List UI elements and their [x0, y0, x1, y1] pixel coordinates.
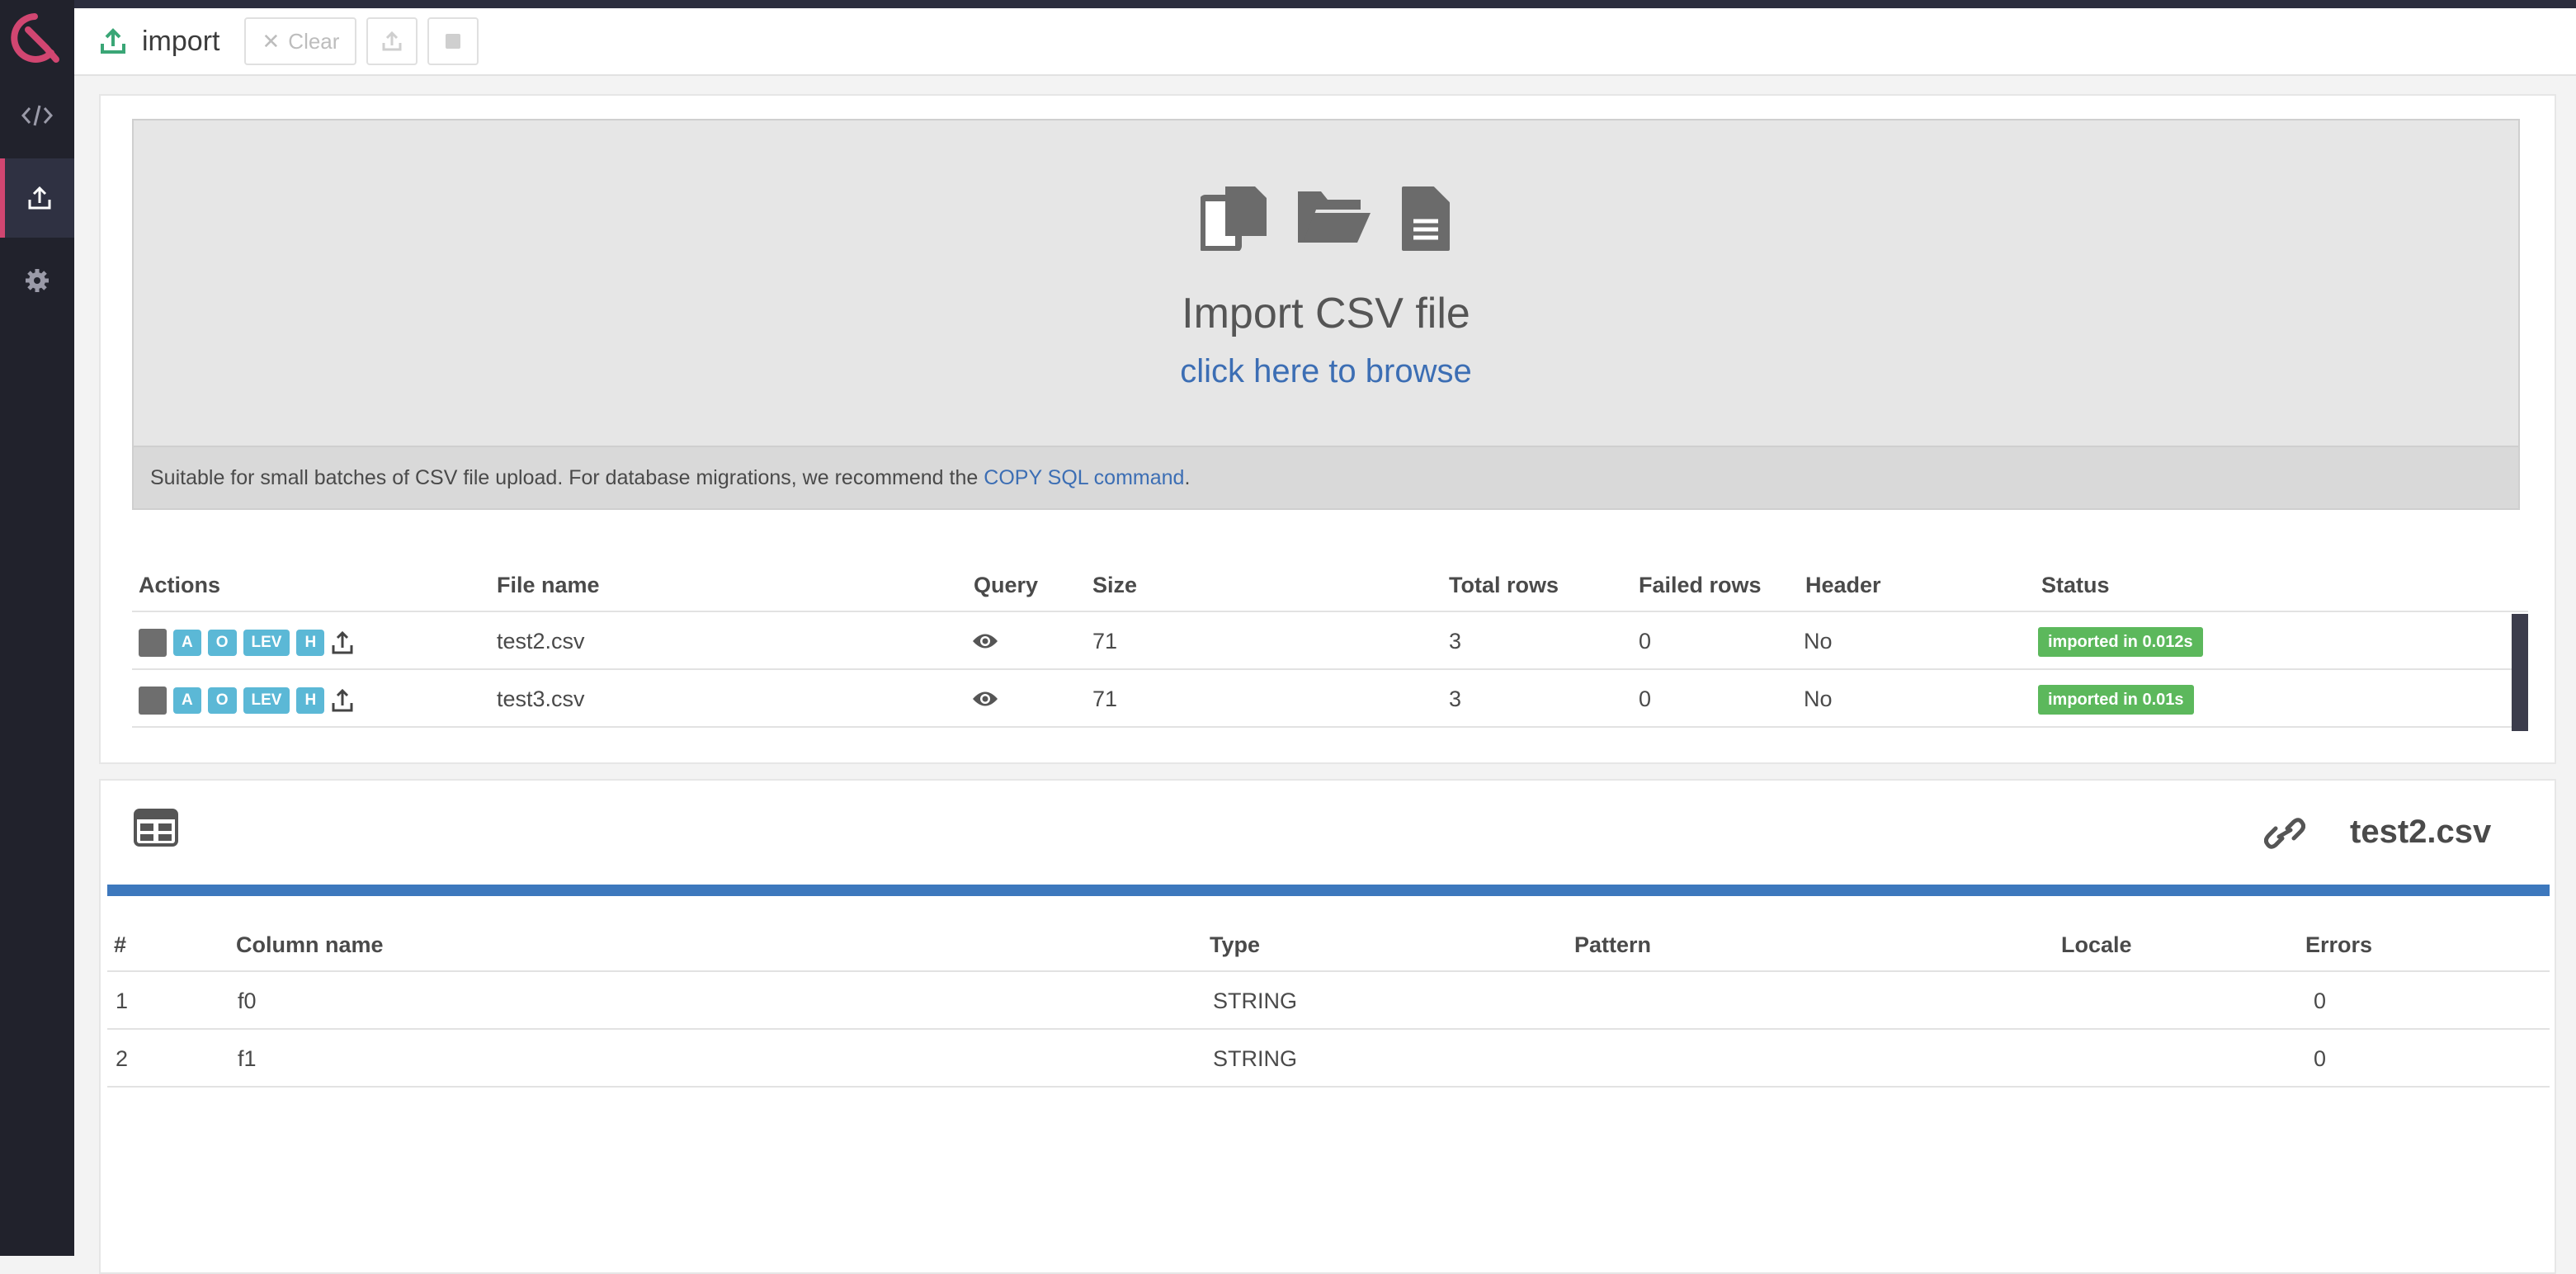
col-errors: Errors	[2305, 932, 2373, 957]
stop-icon	[446, 34, 461, 49]
schema-table-header: # Column name Type Pattern Locale Errors	[107, 918, 2550, 972]
overwrite-button[interactable]: O	[207, 630, 237, 656]
dropzone-title: Import CSV file	[1182, 290, 1470, 337]
column-type[interactable]: STRING	[1213, 1046, 1297, 1072]
copy-sql-link[interactable]: COPY SQL command	[984, 466, 1184, 490]
table-row: A O LEV H test2.csv 71 3 0 No imported i…	[132, 612, 2528, 670]
import-panel: Import CSV file click here to browse Sui…	[99, 94, 2556, 764]
eye-icon[interactable]	[972, 690, 998, 708]
app-logo[interactable]	[8, 12, 61, 64]
total-rows: 3	[1449, 629, 1462, 654]
note-end: .	[1184, 465, 1191, 489]
header-button[interactable]: H	[296, 630, 325, 656]
eye-icon[interactable]	[972, 632, 998, 650]
file-name: test2.csv	[497, 629, 585, 654]
header-value: No	[1804, 629, 1833, 654]
upload-icon	[101, 28, 125, 54]
sidebar	[0, 0, 74, 1256]
select-checkbox[interactable]	[139, 629, 167, 657]
column-name: f1	[238, 1046, 257, 1071]
sidebar-item-settings[interactable]	[0, 241, 74, 320]
page-title: import	[142, 25, 220, 57]
row-index: 2	[116, 1046, 129, 1071]
row-index: 1	[116, 989, 129, 1013]
file-text-icon	[1402, 186, 1450, 251]
lev-button[interactable]: LEV	[243, 687, 290, 714]
failed-rows: 0	[1639, 687, 1652, 711]
sidebar-item-code[interactable]	[0, 76, 74, 155]
schema-divider	[107, 885, 2550, 896]
col-failed-rows: Failed rows	[1639, 573, 1762, 597]
upload-icon[interactable]	[331, 630, 354, 655]
col-total-rows: Total rows	[1449, 573, 1559, 597]
row-actions: A O LEV H	[139, 687, 354, 715]
clear-button[interactable]: ✕ Clear	[244, 17, 357, 65]
stop-button[interactable]	[427, 17, 479, 65]
column-name: f0	[238, 989, 257, 1013]
schema-table: # Column name Type Pattern Locale Errors…	[107, 918, 2550, 1088]
upload-all-button[interactable]	[366, 17, 418, 65]
schema-file-name: test2.csv	[2350, 814, 2492, 850]
table-row: A O LEV H test3.csv 71 3 0 No imported i…	[132, 670, 2528, 728]
upload-note: Suitable for small batches of CSV file u…	[132, 446, 2520, 510]
files-table: Actions File name Query Size Total rows …	[132, 558, 2528, 731]
status-badge: imported in 0.01s	[2038, 685, 2194, 715]
lev-button[interactable]: LEV	[243, 630, 290, 656]
top-strip	[0, 0, 2576, 8]
append-button[interactable]: A	[173, 630, 201, 656]
upload-icon[interactable]	[331, 688, 354, 713]
file-size: 71	[1092, 687, 1118, 711]
col-type: Type	[1210, 932, 1261, 957]
column-errors: 0	[2314, 1046, 2327, 1071]
row-actions: A O LEV H	[139, 629, 354, 657]
file-dropzone[interactable]: Import CSV file click here to browse	[132, 119, 2520, 447]
header-value: No	[1804, 687, 1833, 711]
header: import ✕ Clear	[74, 8, 2576, 76]
col-header: Header	[1805, 573, 1881, 597]
clear-label: Clear	[288, 28, 340, 54]
close-icon: ✕	[262, 28, 281, 54]
col-status: Status	[2041, 573, 2110, 597]
files-table-header: Actions File name Query Size Total rows …	[132, 558, 2528, 612]
total-rows: 3	[1449, 687, 1462, 711]
table-row: 2 f1 STRING 0	[107, 1030, 2550, 1088]
col-index: #	[114, 932, 127, 957]
table-icon[interactable]	[134, 809, 178, 847]
col-locale: Locale	[2061, 932, 2132, 957]
select-checkbox[interactable]	[139, 687, 167, 715]
column-errors: 0	[2314, 989, 2327, 1013]
browse-link[interactable]: click here to browse	[134, 353, 2518, 390]
failed-rows: 0	[1639, 629, 1652, 654]
col-query: Query	[974, 573, 1039, 597]
code-icon	[21, 105, 53, 126]
file-name: test3.csv	[497, 687, 585, 711]
dropzone-icons	[134, 185, 2518, 252]
import-icon	[28, 186, 51, 210]
table-row: 1 f0 STRING 0	[107, 972, 2550, 1030]
column-type[interactable]: STRING	[1213, 989, 1297, 1014]
header-button[interactable]: H	[296, 687, 325, 714]
col-pattern: Pattern	[1574, 932, 1652, 957]
append-button[interactable]: A	[173, 687, 201, 714]
note-text: Suitable for small batches of CSV file u…	[150, 465, 979, 489]
col-column-name: Column name	[236, 932, 384, 957]
overwrite-button[interactable]: O	[207, 687, 237, 714]
link-icon[interactable]	[2264, 817, 2305, 850]
col-size: Size	[1092, 573, 1138, 597]
col-actions: Actions	[139, 573, 221, 597]
schema-panel: test2.csv # Column name Type Pattern Loc…	[99, 779, 2556, 1274]
copy-files-icon	[1201, 186, 1267, 251]
upload-icon	[382, 31, 402, 51]
file-size: 71	[1092, 629, 1118, 654]
gear-icon	[26, 269, 49, 292]
col-file-name: File name	[497, 573, 600, 597]
folder-open-icon	[1298, 191, 1371, 243]
status-badge: imported in 0.012s	[2038, 627, 2203, 657]
files-scrollbar[interactable]	[2512, 614, 2528, 731]
sidebar-item-import[interactable]	[0, 158, 74, 238]
